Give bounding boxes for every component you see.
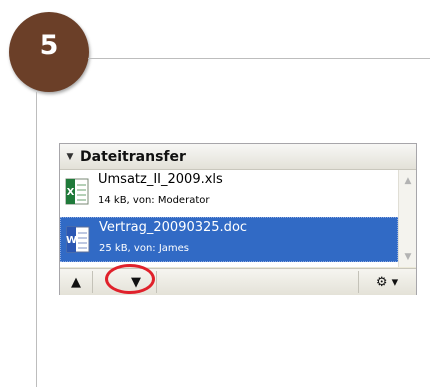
file-meta: 25 kB, von: James xyxy=(99,243,190,254)
list-item-umsatz[interactable]: X Umsatz_II_2009.xls 14 kB, von: Moderat… xyxy=(60,170,398,215)
scroll-up-icon[interactable]: ▲ xyxy=(400,172,416,189)
svg-text:X: X xyxy=(67,187,75,198)
toolbar-separator xyxy=(92,271,93,293)
file-list: X Umsatz_II_2009.xls 14 kB, von: Moderat… xyxy=(60,170,398,267)
excel-file-icon: X xyxy=(65,178,89,205)
file-name: Vertrag_20090325.doc xyxy=(99,220,248,235)
word-file-icon: W xyxy=(66,226,90,253)
options-menu-button[interactable]: ⚙ ▾ xyxy=(361,269,413,295)
svg-text:W: W xyxy=(66,235,77,246)
panel-header[interactable]: ▼ Dateitransfer xyxy=(60,144,416,170)
vertical-scrollbar[interactable]: ▲ ▼ xyxy=(398,170,416,267)
step-number: 5 xyxy=(39,30,59,61)
panel-toolbar: ▲ ▼ ⚙ ▾ xyxy=(60,268,416,295)
list-item-vertrag[interactable]: W Vertrag_20090325.doc 25 kB, von: James xyxy=(60,217,398,262)
frame-left-line xyxy=(36,92,37,387)
file-name: Umsatz_II_2009.xls xyxy=(98,172,223,187)
toolbar-separator xyxy=(358,271,359,293)
frame-top-line xyxy=(88,58,430,59)
file-meta: 14 kB, von: Moderator xyxy=(98,195,210,206)
panel-title: Dateitransfer xyxy=(80,148,186,165)
toolbar-separator xyxy=(156,271,157,293)
file-transfer-panel: ▼ Dateitransfer X Umsatz_II_2009.xls 14 … xyxy=(59,143,417,295)
arrow-down-icon: ▼ xyxy=(131,274,141,290)
arrow-up-icon: ▲ xyxy=(71,274,81,290)
scroll-down-icon[interactable]: ▼ xyxy=(400,248,416,265)
move-up-button[interactable]: ▲ xyxy=(62,269,90,295)
triangle-down-icon[interactable]: ▼ xyxy=(60,144,80,169)
gear-menu-icon: ⚙ ▾ xyxy=(375,274,399,290)
move-down-button[interactable]: ▼ xyxy=(119,269,153,295)
